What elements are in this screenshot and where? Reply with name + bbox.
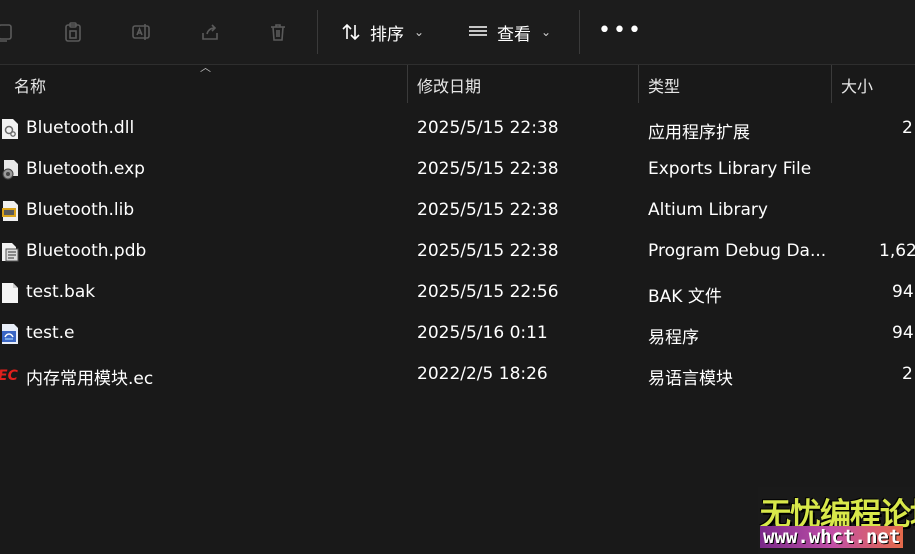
pdb-file-icon: [2, 243, 19, 262]
chevron-down-icon: ⌄: [414, 25, 425, 39]
sort-up-caret-icon: ︿: [200, 61, 211, 74]
blank-file-icon: [2, 283, 18, 303]
paste-button[interactable]: [55, 14, 91, 50]
list-view-icon: [469, 26, 487, 36]
file-name: test.bak: [26, 282, 96, 302]
file-row[interactable]: test.bak 2025/5/15 22:56 BAK 文件 94: [0, 272, 915, 313]
chevron-down-icon: ⌄: [541, 25, 552, 39]
exp-file-icon: [2, 160, 18, 180]
file-type: 应用程序扩展: [648, 123, 750, 143]
column-header-date[interactable]: 修改日期: [417, 73, 481, 97]
view-label: 查看: [497, 24, 531, 45]
file-size: 2: [902, 118, 913, 138]
column-header-type[interactable]: 类型: [648, 73, 680, 97]
trash-icon: [271, 24, 285, 41]
more-options-button[interactable]: •••: [598, 20, 643, 42]
file-type: 易程序: [648, 328, 699, 348]
file-row[interactable]: Bluetooth.pdb 2025/5/15 22:38 Program De…: [0, 231, 915, 272]
view-button[interactable]: 查看 ⌄: [467, 18, 551, 46]
ec-module-icon: EC: [0, 368, 19, 384]
svg-text:EC: EC: [0, 368, 19, 384]
file-date: 2025/5/15 22:56: [417, 282, 559, 302]
file-name: test.e: [26, 323, 75, 343]
dll-file-icon: [2, 119, 18, 139]
file-name: Bluetooth.pdb: [26, 241, 147, 261]
toolbar-divider: [317, 10, 318, 54]
file-type: 易语言模块: [648, 369, 733, 389]
file-type: BAK 文件: [648, 287, 722, 307]
file-row[interactable]: test.e 2025/5/16 0:11 易程序 94: [0, 313, 915, 354]
file-row[interactable]: Bluetooth.dll 2025/5/15 22:38 应用程序扩展 2: [0, 108, 915, 149]
file-name: Bluetooth.dll: [26, 118, 135, 138]
forum-watermark: 无忧编程论坛 www.whct.net: [758, 487, 915, 554]
toolbar-divider: [579, 10, 580, 54]
column-header-bar: ︿ 名称 修改日期 类型 大小: [0, 61, 915, 105]
file-date: 2025/5/15 22:38: [417, 159, 559, 179]
file-row[interactable]: Bluetooth.lib 2025/5/15 22:38 Altium Lib…: [0, 190, 915, 231]
file-size: 2: [902, 364, 913, 384]
clipboard-icon: [65, 22, 81, 42]
column-header-size[interactable]: 大小: [841, 73, 873, 97]
file-size: 94: [892, 282, 914, 302]
command-bar: 排序 ⌄ 查看 ⌄ •••: [0, 0, 915, 64]
file-name: Bluetooth.lib: [26, 200, 135, 220]
file-type: Exports Library File: [648, 159, 812, 179]
file-date: 2025/5/16 0:11: [417, 323, 548, 343]
sort-button[interactable]: 排序 ⌄: [340, 18, 424, 46]
delete-button[interactable]: [260, 14, 296, 50]
sort-label: 排序: [370, 24, 404, 45]
file-type: Program Debug Da...: [648, 241, 827, 261]
rename-icon: [132, 24, 150, 40]
file-row[interactable]: EC 内存常用模块.ec 2022/2/5 18:26 易语言模块 2: [0, 354, 915, 395]
column-divider[interactable]: [407, 65, 408, 103]
column-divider[interactable]: [831, 65, 832, 103]
file-date: 2022/2/5 18:26: [417, 364, 548, 384]
copy-button[interactable]: [0, 14, 22, 50]
file-size: 1,62: [879, 241, 915, 261]
file-name: 内存常用模块.ec: [26, 369, 154, 389]
column-header-name[interactable]: 名称: [14, 73, 46, 97]
watermark-url: www.whct.net: [760, 526, 904, 548]
file-name: Bluetooth.exp: [26, 159, 145, 179]
share-icon: [202, 24, 218, 40]
file-size: 94: [892, 323, 914, 343]
lib-file-icon: [2, 201, 18, 221]
file-type: Altium Library: [648, 200, 768, 220]
share-button[interactable]: [192, 14, 228, 50]
column-divider[interactable]: [638, 65, 639, 103]
e-program-icon: [2, 324, 18, 344]
file-row[interactable]: Bluetooth.exp 2025/5/15 22:38 Exports Li…: [0, 149, 915, 190]
sort-arrows-icon: [342, 23, 360, 41]
file-date: 2025/5/15 22:38: [417, 200, 559, 220]
file-date: 2025/5/15 22:38: [417, 241, 559, 261]
copy-icon: [0, 24, 12, 42]
rename-button[interactable]: [123, 14, 159, 50]
file-date: 2025/5/15 22:38: [417, 118, 559, 138]
